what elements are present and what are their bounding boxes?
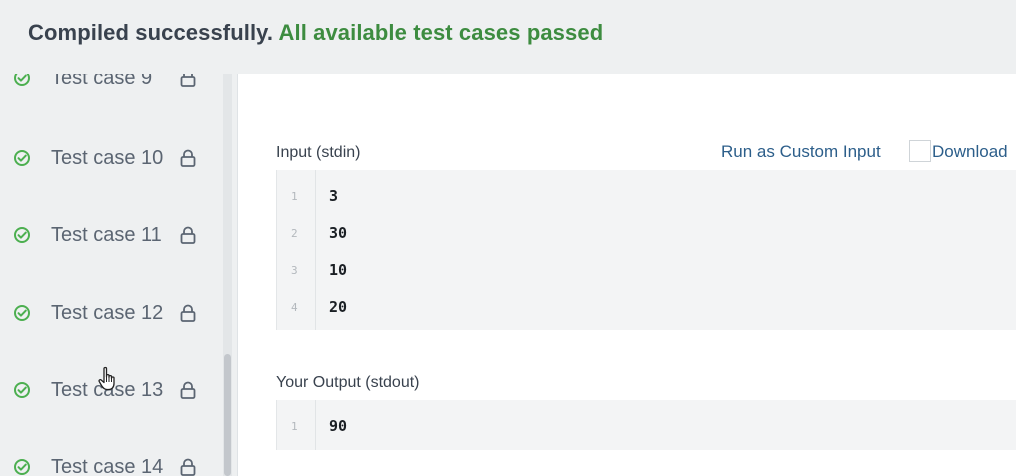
output-label: Your Output (stdout) bbox=[276, 374, 420, 391]
compile-status: Compiled successfully. All available tes… bbox=[28, 20, 603, 46]
lock-icon bbox=[180, 304, 196, 322]
test-case-item-10[interactable]: Test case 10 bbox=[0, 138, 218, 178]
test-case-label: Test case 10 bbox=[51, 146, 164, 169]
input-line: 10 bbox=[329, 261, 348, 279]
test-case-item-11[interactable]: Test case 11 bbox=[0, 215, 218, 255]
input-code-box: 1 3 2 30 3 10 4 20 bbox=[276, 170, 1018, 330]
test-case-detail-panel: Input (stdin) Run as Custom Input Downlo… bbox=[237, 74, 1018, 476]
check-circle-icon bbox=[14, 150, 30, 166]
test-case-label: Test case 14 bbox=[51, 455, 164, 476]
test-case-item-12[interactable]: Test case 12 bbox=[0, 293, 218, 333]
input-line: 3 bbox=[329, 187, 339, 205]
input-line: 20 bbox=[329, 298, 348, 316]
lock-icon bbox=[180, 381, 196, 399]
input-label: Input (stdin) bbox=[276, 144, 361, 161]
lock-icon bbox=[180, 226, 196, 244]
check-circle-icon bbox=[14, 459, 30, 475]
tests-passed-text: All available test cases passed bbox=[278, 20, 604, 45]
lock-icon bbox=[180, 74, 196, 87]
line-number: 1 bbox=[291, 420, 298, 433]
test-case-label: Test case 12 bbox=[51, 301, 164, 324]
test-case-label: Test case 11 bbox=[51, 223, 162, 246]
right-edge bbox=[1016, 0, 1024, 476]
line-number: 1 bbox=[291, 190, 298, 203]
hand-pointer-icon bbox=[98, 366, 115, 391]
test-case-item-13[interactable]: Test case 13 bbox=[0, 366, 218, 410]
output-code-box: 1 90 bbox=[276, 400, 1018, 450]
output-line: 90 bbox=[329, 417, 348, 435]
test-case-label: Test case 9 bbox=[51, 74, 153, 89]
download-link[interactable]: Download bbox=[932, 142, 1008, 162]
compile-status-text: Compiled successfully. bbox=[28, 20, 274, 45]
check-circle-icon bbox=[14, 382, 30, 398]
test-case-item-14[interactable]: Test case 14 bbox=[0, 447, 218, 476]
input-line: 30 bbox=[329, 224, 348, 242]
lock-icon bbox=[180, 149, 196, 167]
check-circle-icon bbox=[14, 227, 30, 243]
test-case-item-9[interactable]: Test case 9 bbox=[0, 74, 218, 98]
sidebar-scrollbar-thumb[interactable] bbox=[224, 354, 231, 476]
test-case-list: Test case 9 Test case 10 Test case 11 Te… bbox=[0, 74, 218, 476]
check-circle-icon bbox=[14, 305, 30, 321]
line-number: 3 bbox=[291, 264, 298, 277]
link-separator bbox=[909, 140, 931, 162]
lock-icon bbox=[180, 458, 196, 476]
result-header: Compiled successfully. All available tes… bbox=[0, 0, 1024, 74]
check-circle-icon bbox=[14, 74, 30, 86]
run-as-custom-input-link[interactable]: Run as Custom Input bbox=[721, 142, 881, 162]
line-number: 2 bbox=[291, 227, 298, 240]
line-number: 4 bbox=[291, 301, 298, 314]
